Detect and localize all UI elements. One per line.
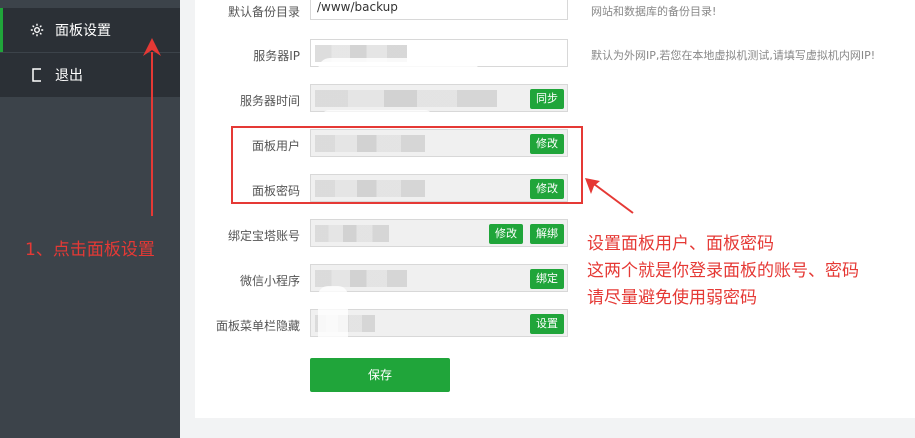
annotation-step1: 1、点击面板设置 [25,240,155,260]
annotation-note-2: 这两个就是你登录面板的账号、密码 [587,261,859,281]
annotation-note-1: 设置面板用户、面板密码 [587,234,774,254]
annotation-note-3: 请尽量避免使用弱密码 [587,288,757,308]
annotation-arrows [143,38,634,216]
